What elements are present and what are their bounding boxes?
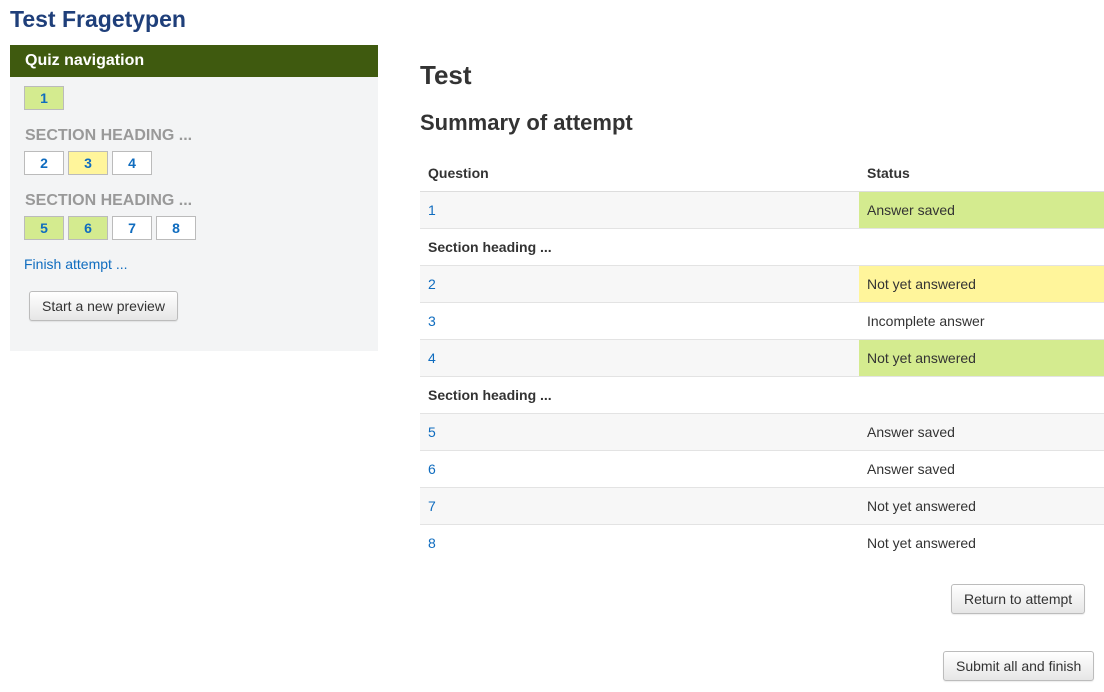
table-row: 5 Answer saved <box>420 413 1104 451</box>
question-link-5[interactable]: 5 <box>428 424 436 440</box>
table-row: 6 Answer saved <box>420 450 1104 488</box>
table-row: 3 Incomplete answer <box>420 302 1104 340</box>
question-link-6[interactable]: 6 <box>428 461 436 477</box>
status-cell: Answer saved <box>859 191 1104 229</box>
nav-question-3[interactable]: 3 <box>68 151 108 175</box>
nav-question-1[interactable]: 1 <box>24 86 64 110</box>
quiz-heading: Test <box>420 60 472 90</box>
course-title: Test Fragetypen <box>10 6 186 32</box>
status-cell: Not yet answered <box>859 265 1104 303</box>
nav-section-heading: SECTION HEADING ... <box>25 127 193 144</box>
table-row: 7 Not yet answered <box>420 487 1104 525</box>
column-header-question: Question <box>420 155 859 192</box>
quiz-navigation-header: Quiz navigation <box>10 45 378 77</box>
status-cell: Not yet answered <box>859 524 1104 561</box>
section-heading-cell: Section heading ... <box>420 376 1104 414</box>
nav-row-section-2: 5 6 7 8 <box>24 216 196 240</box>
question-link-8[interactable]: 8 <box>428 535 436 551</box>
status-cell: Answer saved <box>859 413 1104 451</box>
question-link-4[interactable]: 4 <box>428 350 436 366</box>
question-link-7[interactable]: 7 <box>428 498 436 514</box>
submit-all-and-finish-button[interactable]: Submit all and finish <box>943 651 1095 681</box>
column-header-status: Status <box>859 155 1104 192</box>
table-row: 1 Answer saved <box>420 191 1104 229</box>
nav-section-heading: SECTION HEADING ... <box>25 192 193 209</box>
question-cell: 8 <box>420 524 859 561</box>
nav-question-7[interactable]: 7 <box>112 216 152 240</box>
start-new-preview-button[interactable]: Start a new preview <box>29 291 178 321</box>
return-to-attempt-button[interactable]: Return to attempt <box>951 584 1086 614</box>
section-heading-row: Section heading ... <box>420 228 1104 266</box>
question-link-1[interactable]: 1 <box>428 202 436 218</box>
status-cell: Incomplete answer <box>859 302 1104 340</box>
question-cell: 2 <box>420 265 859 303</box>
attempt-summary-table: Question Status 1 Answer saved Section h… <box>420 155 1104 561</box>
question-cell: 7 <box>420 487 859 525</box>
table-row: 8 Not yet answered <box>420 524 1104 561</box>
quiz-navigation-block: Quiz navigation 1 SECTION HEADING ... 2 … <box>10 45 378 351</box>
question-link-3[interactable]: 3 <box>428 313 436 329</box>
question-cell: 5 <box>420 413 859 451</box>
section-heading-cell: Section heading ... <box>420 228 1104 266</box>
nav-row-section-1: 2 3 4 <box>24 151 152 175</box>
nav-question-4[interactable]: 4 <box>112 151 152 175</box>
nav-question-2[interactable]: 2 <box>24 151 64 175</box>
status-cell: Not yet answered <box>859 487 1104 525</box>
nav-row-intro: 1 <box>24 86 64 110</box>
status-cell: Answer saved <box>859 450 1104 488</box>
question-cell: 4 <box>420 339 859 377</box>
finish-attempt-link[interactable]: Finish attempt ... <box>24 256 127 272</box>
nav-question-8[interactable]: 8 <box>156 216 196 240</box>
question-cell: 1 <box>420 191 859 229</box>
nav-question-5[interactable]: 5 <box>24 216 64 240</box>
summary-heading: Summary of attempt <box>420 110 633 135</box>
status-cell: Not yet answered <box>859 339 1104 377</box>
question-cell: 6 <box>420 450 859 488</box>
question-link-2[interactable]: 2 <box>428 276 436 292</box>
table-row: 4 Not yet answered <box>420 339 1104 377</box>
section-heading-row: Section heading ... <box>420 376 1104 414</box>
table-row: 2 Not yet answered <box>420 265 1104 303</box>
table-header-row: Question Status <box>420 155 1104 192</box>
nav-question-6[interactable]: 6 <box>68 216 108 240</box>
question-cell: 3 <box>420 302 859 340</box>
